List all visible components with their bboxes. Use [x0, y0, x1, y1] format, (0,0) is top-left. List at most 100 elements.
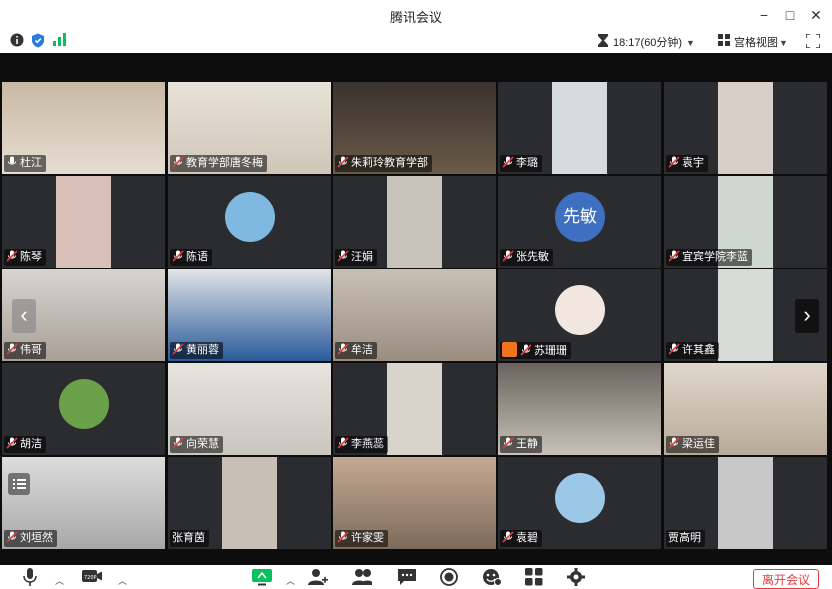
- microphone-muted-icon: [668, 437, 680, 449]
- participant-name-label: 许其鑫: [666, 342, 719, 359]
- participant-name-label: 刘垣然: [4, 530, 57, 547]
- participant-tile[interactable]: 苏珊珊: [498, 269, 661, 361]
- participant-name-label: 梁运佳: [666, 436, 719, 453]
- close-button[interactable]: ✕: [804, 4, 828, 26]
- participant-name: 陈琴: [20, 251, 42, 263]
- settings-icon[interactable]: [567, 568, 587, 586]
- reaction-icon[interactable]: [482, 568, 502, 586]
- camera-options-chevron-up-icon[interactable]: ︿: [118, 574, 127, 587]
- participant-name-label: 黄丽蓉: [170, 342, 223, 359]
- participant-name: 许家雯: [351, 532, 384, 544]
- video-grid: 杜江 教育学部唐冬梅 朱莉玲教育学部 李璐 袁宇 陈琴 陈语 汪娟 先敏 张先敏 宜宾学院李蓝 伟哥黄…: [0, 53, 832, 565]
- svg-text:720P: 720P: [84, 575, 97, 581]
- shield-icon[interactable]: [31, 33, 45, 48]
- participant-tile[interactable]: 胡洁: [2, 363, 165, 455]
- leave-meeting-button[interactable]: 离开会议: [753, 569, 819, 589]
- microphone-muted-icon: [337, 156, 349, 168]
- participant-name: 梁运佳: [682, 438, 715, 450]
- participant-name-label: 袁宇: [666, 155, 708, 172]
- participant-tile[interactable]: 朱莉玲教育学部: [333, 82, 496, 174]
- microphone-icon[interactable]: [22, 568, 42, 586]
- participant-tile[interactable]: 贾高明: [664, 457, 827, 549]
- participant-name: 朱莉玲教育学部: [351, 157, 428, 169]
- chat-icon[interactable]: [397, 568, 417, 586]
- microphone-muted-icon: [172, 343, 184, 355]
- fullscreen-icon[interactable]: [806, 34, 820, 48]
- participant-name: 胡洁: [20, 438, 42, 450]
- apps-icon[interactable]: [525, 568, 545, 586]
- invite-icon[interactable]: [308, 568, 328, 586]
- microphone-muted-icon: [502, 156, 514, 168]
- timer-dropdown-chevron-down-icon[interactable]: ▼: [686, 38, 695, 48]
- participant-name: 许其鑫: [682, 344, 715, 356]
- meeting-timer: 18:17(60分钟): [613, 37, 683, 49]
- participant-tile[interactable]: 刘垣然: [2, 457, 165, 549]
- participant-tile[interactable]: 陈语: [168, 176, 331, 268]
- participant-name-label: 杜江: [4, 155, 46, 172]
- participant-name: 张先敏: [516, 251, 549, 263]
- person-icon: [502, 342, 517, 357]
- microphone-muted-icon: [502, 531, 514, 543]
- microphone-muted-icon: [172, 250, 184, 262]
- record-icon[interactable]: [440, 568, 460, 586]
- participant-name: 袁宇: [682, 157, 704, 169]
- view-mode-button[interactable]: 宫格视图: [734, 34, 778, 50]
- participant-tile[interactable]: 宜宾学院李蓝: [664, 176, 827, 268]
- microphone-muted-icon: [6, 531, 18, 543]
- camera-icon[interactable]: 720P: [82, 568, 102, 586]
- view-mode-chevron-down-icon[interactable]: ▼: [779, 38, 788, 48]
- share-options-chevron-up-icon[interactable]: ︿: [286, 574, 295, 587]
- participant-tile[interactable]: 教育学部唐冬梅: [168, 82, 331, 174]
- participant-name-label: 袁碧: [500, 530, 542, 547]
- participant-tile[interactable]: 李璐: [498, 82, 661, 174]
- minimize-button[interactable]: −: [752, 4, 776, 26]
- participant-tile[interactable]: 陈琴: [2, 176, 165, 268]
- participants-icon[interactable]: [352, 568, 372, 586]
- avatar: [59, 379, 109, 429]
- participant-name: 宜宾学院李蓝: [682, 251, 748, 263]
- participant-name-label: 向荣慧: [170, 436, 223, 453]
- participant-name-label: 牟洁: [335, 342, 377, 359]
- participant-list-toggle-icon[interactable]: [8, 473, 30, 495]
- participant-name-label: 许家雯: [335, 530, 388, 547]
- participant-name: 苏珊珊: [534, 345, 567, 357]
- participant-name: 张育茵: [172, 532, 205, 544]
- microphone-muted-icon: [6, 437, 18, 449]
- info-icon[interactable]: [10, 33, 24, 47]
- participant-name-label: 王静: [500, 436, 542, 453]
- participant-tile[interactable]: 先敏 张先敏: [498, 176, 661, 268]
- meeting-info-bar: 18:17(60分钟) ▼ 宫格视图 ▼: [0, 30, 832, 52]
- microphone-muted-icon: [337, 437, 349, 449]
- participant-name: 刘垣然: [20, 532, 53, 544]
- avatar: 先敏: [555, 192, 605, 242]
- participant-tile[interactable]: 向荣慧: [168, 363, 331, 455]
- participant-name-label: 李璐: [500, 155, 542, 172]
- maximize-button[interactable]: □: [778, 4, 802, 26]
- participant-name: 王静: [516, 438, 538, 450]
- grid-icon[interactable]: [718, 34, 730, 46]
- screen-share-icon[interactable]: [252, 568, 272, 586]
- participant-tile[interactable]: 黄丽蓉: [168, 269, 331, 361]
- participant-name-label: 胡洁: [4, 436, 46, 453]
- microphone-muted-icon: [337, 343, 349, 355]
- participant-tile[interactable]: 许家雯: [333, 457, 496, 549]
- microphone-muted-icon: [172, 156, 184, 168]
- participant-tile[interactable]: 张育茵: [168, 457, 331, 549]
- participant-tile[interactable]: 杜江: [2, 82, 165, 174]
- participant-tile[interactable]: 袁宇: [664, 82, 827, 174]
- participant-name-label: 朱莉玲教育学部: [335, 155, 432, 172]
- participant-tile[interactable]: 袁碧: [498, 457, 661, 549]
- prev-page-chevron-left-icon[interactable]: ‹: [12, 299, 36, 333]
- participant-tile[interactable]: 汪娟: [333, 176, 496, 268]
- signal-icon[interactable]: [53, 33, 66, 46]
- microphone-options-chevron-up-icon[interactable]: ︿: [55, 574, 64, 587]
- participant-name: 杜江: [20, 157, 42, 169]
- participant-tile[interactable]: 牟洁: [333, 269, 496, 361]
- participant-name: 陈语: [186, 251, 208, 263]
- avatar: [555, 473, 605, 523]
- next-page-chevron-right-icon[interactable]: ›: [795, 299, 819, 333]
- participant-tile[interactable]: 梁运佳: [664, 363, 827, 455]
- participant-name: 贾高明: [668, 532, 701, 544]
- participant-tile[interactable]: 李燕蕊: [333, 363, 496, 455]
- participant-tile[interactable]: 王静: [498, 363, 661, 455]
